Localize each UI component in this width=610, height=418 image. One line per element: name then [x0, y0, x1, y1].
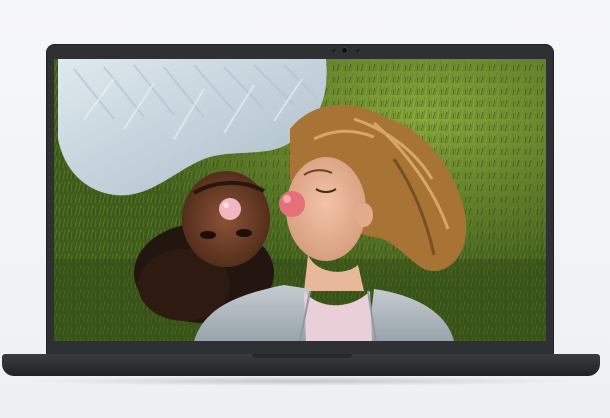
laptop-base [2, 354, 600, 376]
laptop-shadow [20, 376, 580, 386]
product-image [0, 0, 610, 418]
laptop-screen [54, 59, 546, 341]
lid-opening-notch [252, 354, 352, 358]
camera-indicator [356, 49, 359, 52]
webcam-icon [342, 48, 347, 53]
laptop-lid [46, 44, 554, 356]
ambient-sensor [332, 49, 335, 52]
wallpaper-photo [54, 59, 546, 341]
